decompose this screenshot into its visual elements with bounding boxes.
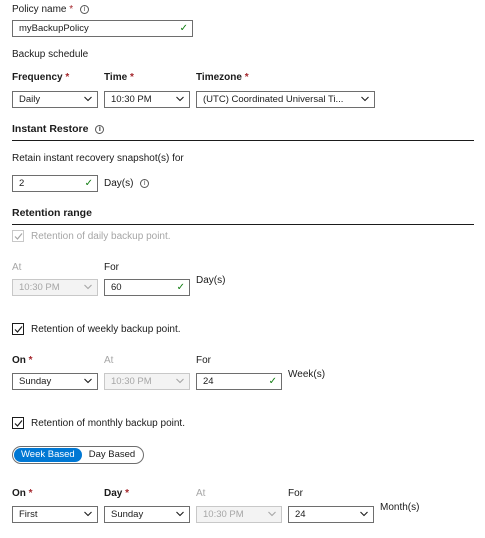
weekly-on-label: On * [12,355,33,366]
check-icon: ✓ [179,23,188,34]
info-icon[interactable]: i [140,178,150,188]
daily-at-dropdown: 10:30 PM [12,279,98,296]
check-icon: ✓ [268,376,277,387]
chevron-down-icon [84,511,92,519]
policy-name-input[interactable]: myBackupPolicy ✓ [12,20,193,37]
monthly-for-dropdown[interactable]: 24 [288,506,374,523]
monthly-for-label: For [288,488,303,499]
check-icon: ✓ [176,282,185,293]
monthly-retention-checkbox[interactable] [12,417,24,429]
retention-range-heading: Retention range [12,207,92,219]
divider [12,224,474,225]
frequency-label: Frequency * [12,72,70,83]
weekly-retention-label: Retention of weekly backup point. [31,324,181,335]
info-icon[interactable]: i [79,4,89,14]
monthly-on-label: On * [12,488,33,499]
instant-restore-days-input[interactable]: 2 ✓ [12,175,98,192]
daily-for-input[interactable]: 60 ✓ [104,279,190,296]
weekly-for-label: For [196,355,211,366]
monthly-at-label: At [196,488,206,499]
chevron-down-icon [84,284,92,292]
daily-retention-checkbox[interactable] [12,230,24,242]
timezone-dropdown[interactable]: (UTC) Coordinated Universal Ti... [196,91,375,108]
daily-retention-label: Retention of daily backup point. [31,231,171,242]
monthly-at-dropdown: 10:30 PM [196,506,282,523]
chevron-down-icon [176,511,184,519]
weekly-for-input[interactable]: 24 ✓ [196,373,282,390]
monthly-on-dropdown[interactable]: First [12,506,98,523]
week-based-option[interactable]: Week Based [14,448,82,462]
monthly-retention-label: Retention of monthly backup point. [31,418,185,429]
retain-snapshot-label: Retain instant recovery snapshot(s) for [12,153,184,164]
daily-at-label: At [12,262,22,273]
weekly-unit: Week(s) [288,369,326,380]
chevron-down-icon [360,511,368,519]
weekly-at-label: At [104,355,114,366]
daily-unit: Day(s) [196,275,226,286]
instant-restore-heading: Instant Restore i [12,123,105,135]
daily-for-label: For [104,262,119,273]
backup-schedule-heading: Backup schedule [12,49,89,60]
chevron-down-icon [176,378,184,386]
divider [12,140,474,141]
monthly-day-dropdown[interactable]: Sunday [104,506,190,523]
policy-name-label: Policy name * i [12,4,89,15]
weekly-retention-checkbox[interactable] [12,323,24,335]
day-based-option[interactable]: Day Based [82,448,142,462]
time-dropdown[interactable]: 10:30 PM [104,91,190,108]
chevron-down-icon [361,96,369,104]
week-day-toggle[interactable]: Week Based Day Based [12,446,145,464]
chevron-down-icon [84,96,92,104]
instant-restore-unit: Day(s) i [104,178,150,189]
check-icon: ✓ [84,178,93,189]
monthly-day-label: Day * [104,488,130,499]
chevron-down-icon [268,511,276,519]
timezone-label: Timezone * [196,72,249,83]
chevron-down-icon [176,96,184,104]
chevron-down-icon [84,378,92,386]
monthly-unit: Month(s) [380,502,420,513]
info-icon[interactable]: i [95,124,105,134]
weekly-on-dropdown[interactable]: Sunday [12,373,98,390]
frequency-dropdown[interactable]: Daily [12,91,98,108]
time-label: Time * [104,72,134,83]
weekly-at-dropdown: 10:30 PM [104,373,190,390]
